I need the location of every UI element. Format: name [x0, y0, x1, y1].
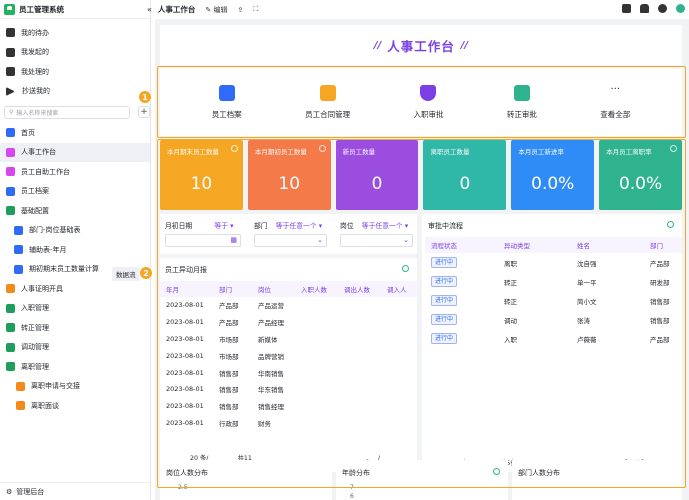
gear-icon: ⚙: [6, 487, 13, 496]
play-circle-icon: [6, 47, 15, 57]
form-icon: [16, 381, 25, 391]
sidebar-item-label: 人事证明开具: [21, 284, 63, 293]
collapse-icon[interactable]: «: [147, 5, 152, 14]
avatar[interactable]: [676, 4, 685, 13]
sidebar-item-certificate[interactable]: 人事证明开具: [0, 279, 150, 299]
form-icon: [6, 186, 15, 196]
send-icon: [6, 86, 15, 96]
app-logo-icon: [4, 3, 15, 15]
sidebar-item-basic-config[interactable]: 基础配置: [0, 201, 150, 221]
add-button[interactable]: +: [138, 106, 150, 118]
database-icon: [14, 264, 23, 274]
folder-icon: [6, 206, 15, 216]
admin-link-label: 管理后台: [16, 487, 45, 496]
sidebar-item-cc[interactable]: 抄送我的: [0, 82, 150, 102]
sidebar-item-resign-handover[interactable]: 离职申请与交接: [0, 377, 150, 397]
sidebar-item-label: 期初期末员工数量计算: [29, 265, 99, 274]
sidebar-item-hr-workbench[interactable]: 人事工作台: [0, 142, 150, 162]
sidebar-item-exit-interview[interactable]: 离职面谈: [0, 396, 150, 416]
sidebar-item-resignation[interactable]: 离职管理: [0, 357, 150, 377]
sidebar-item-label: 辅助表-年月: [29, 245, 67, 254]
page-title: 人事工作台: [157, 5, 196, 14]
sidebar-item-label: 员工自助工作台: [21, 167, 70, 176]
notification-icon[interactable]: [640, 4, 649, 13]
sidebar-item-label: 首页: [21, 128, 35, 137]
sidebar-item-label: 转正管理: [21, 323, 49, 332]
sidebar-item-regularization[interactable]: 转正管理: [0, 318, 150, 338]
sidebar-item-transfer[interactable]: 调动管理: [0, 338, 150, 358]
sidebar-item-label: 调动管理: [21, 343, 49, 352]
search-input[interactable]: ⚲ 输入名称来搜索: [4, 105, 131, 119]
layout-icon[interactable]: [622, 4, 631, 13]
sidebar-item-onboarding[interactable]: 入职管理: [0, 299, 150, 319]
sidebar: 员工管理系统 我的待办 我发起的 我处理的 抄送我的 ⚲ 输入名称来搜索 + 首页…: [0, 0, 151, 500]
search-placeholder: 输入名称来搜索: [16, 109, 59, 117]
app-header: 员工管理系统: [0, 0, 150, 19]
bell-icon: [6, 28, 15, 38]
topbar: « 人事工作台 ✎ 编辑 ⇪ ⛶: [147, 0, 689, 19]
sidebar-item-todo[interactable]: 我的待办: [0, 23, 150, 43]
sidebar-item-label: 抄送我的: [22, 87, 50, 96]
folder-icon: [6, 323, 15, 333]
edit-button[interactable]: ✎ 编辑: [205, 5, 227, 15]
edit-label: 编辑: [213, 5, 228, 14]
annotation-badge: 1: [138, 90, 152, 104]
axis-tick: 6: [350, 493, 354, 500]
admin-link[interactable]: ⚙ 管理后台: [0, 482, 150, 500]
sidebar-item-label: 基础配置: [21, 206, 49, 215]
sidebar-item-label: 入职管理: [21, 304, 49, 313]
fullscreen-icon[interactable]: ⛶: [253, 5, 258, 14]
sidebar-item-dept-post[interactable]: 部门-岗位基础表: [0, 221, 150, 241]
sidebar-item-home[interactable]: 首页: [0, 123, 150, 143]
deco-left-icon: //: [373, 39, 382, 51]
sidebar-item-label: 离职面谈: [31, 401, 59, 410]
dataflow-tooltip: 数据流: [112, 267, 140, 281]
share-icon[interactable]: ⇪: [238, 6, 244, 14]
folder-icon: [6, 303, 15, 313]
highlight-dashboard: [157, 139, 686, 488]
dashboard-icon: [6, 147, 15, 157]
sidebar-item-label: 我处理的: [21, 67, 49, 76]
sidebar-item-label: 员工档案: [21, 187, 49, 196]
sidebar-item-initiated[interactable]: 我发起的: [0, 43, 150, 63]
sidebar-item-label: 人事工作台: [21, 148, 56, 157]
folder-icon: [6, 362, 15, 372]
sidebar-item-processed[interactable]: 我处理的: [0, 62, 150, 82]
check-circle-icon: [6, 67, 15, 77]
sidebar-item-label: 离职管理: [21, 362, 49, 371]
sidebar-item-label: 我发起的: [21, 48, 49, 57]
sidebar-item-aux-month[interactable]: 辅助表-年月: [0, 240, 150, 260]
database-icon: [14, 225, 23, 235]
deco-right-icon: //: [460, 39, 469, 51]
sidebar-item-label: 部门-岗位基础表: [29, 226, 81, 235]
highlight-quick-links: [157, 66, 686, 138]
hero-banner: // 人事工作台 //: [160, 25, 682, 65]
help-icon[interactable]: [658, 4, 667, 13]
folder-icon: [6, 342, 15, 352]
sidebar-item-label: 离职申请与交接: [31, 382, 80, 391]
app-title: 员工管理系统: [19, 4, 64, 14]
form-icon: [16, 401, 25, 411]
hero-title: 人事工作台: [387, 38, 455, 54]
dashboard-icon: [6, 167, 15, 177]
form-icon: [6, 284, 15, 294]
home-icon: [6, 128, 15, 138]
database-icon: [14, 245, 23, 255]
sidebar-item-label: 我的待办: [21, 28, 49, 37]
sidebar-item-self-service[interactable]: 员工自助工作台: [0, 162, 150, 182]
annotation-badge: 2: [139, 266, 153, 280]
sidebar-item-employee-files[interactable]: 员工档案: [0, 182, 150, 202]
pencil-icon: ✎: [205, 5, 212, 14]
